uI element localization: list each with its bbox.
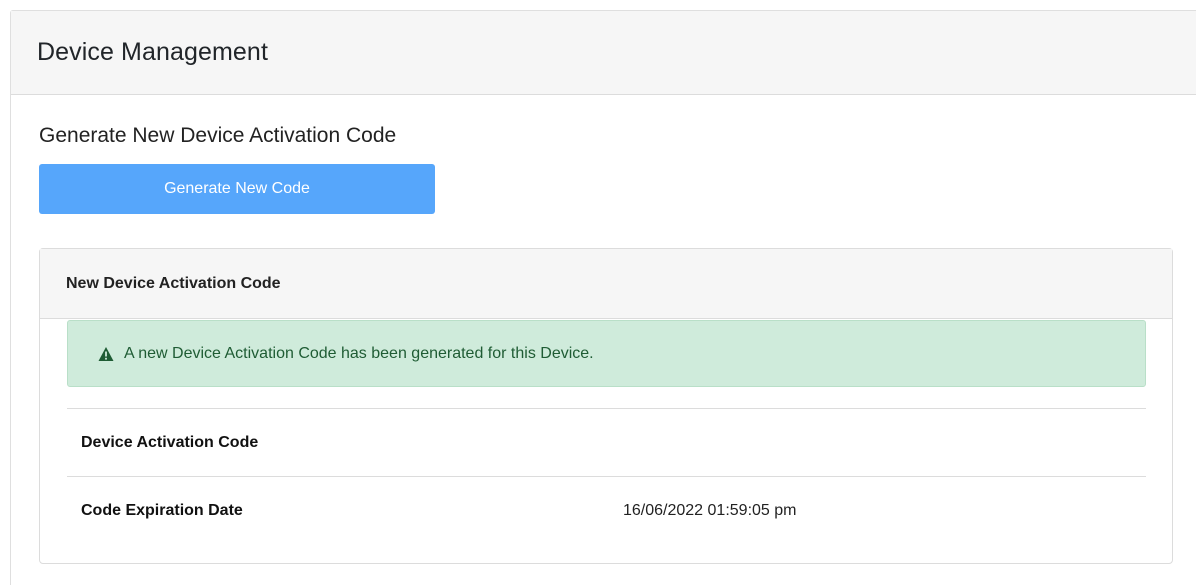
- generate-new-code-button[interactable]: Generate New Code: [39, 164, 435, 214]
- panel-title: New Device Activation Code: [40, 249, 1172, 319]
- expiration-date-row: Code Expiration Date 16/06/2022 01:59:05…: [67, 476, 1146, 544]
- expiration-date-label: Code Expiration Date: [81, 501, 243, 519]
- generate-section-title: Generate New Device Activation Code: [39, 124, 397, 147]
- warning-triangle-icon: [98, 346, 114, 362]
- success-alert: A new Device Activation Code has been ge…: [67, 320, 1146, 387]
- activation-code-label: Device Activation Code: [81, 433, 259, 451]
- activation-code-row: Device Activation Code: [67, 408, 1146, 476]
- activation-code-panel: New Device Activation Code A new Device …: [39, 248, 1173, 564]
- alert-message: A new Device Activation Code has been ge…: [124, 344, 594, 362]
- expiration-date-value: 16/06/2022 01:59:05 pm: [623, 501, 797, 519]
- page-title: Device Management: [37, 38, 268, 66]
- card-header: Device Management: [11, 11, 1196, 95]
- device-management-card: Device Management Generate New Device Ac…: [10, 10, 1196, 585]
